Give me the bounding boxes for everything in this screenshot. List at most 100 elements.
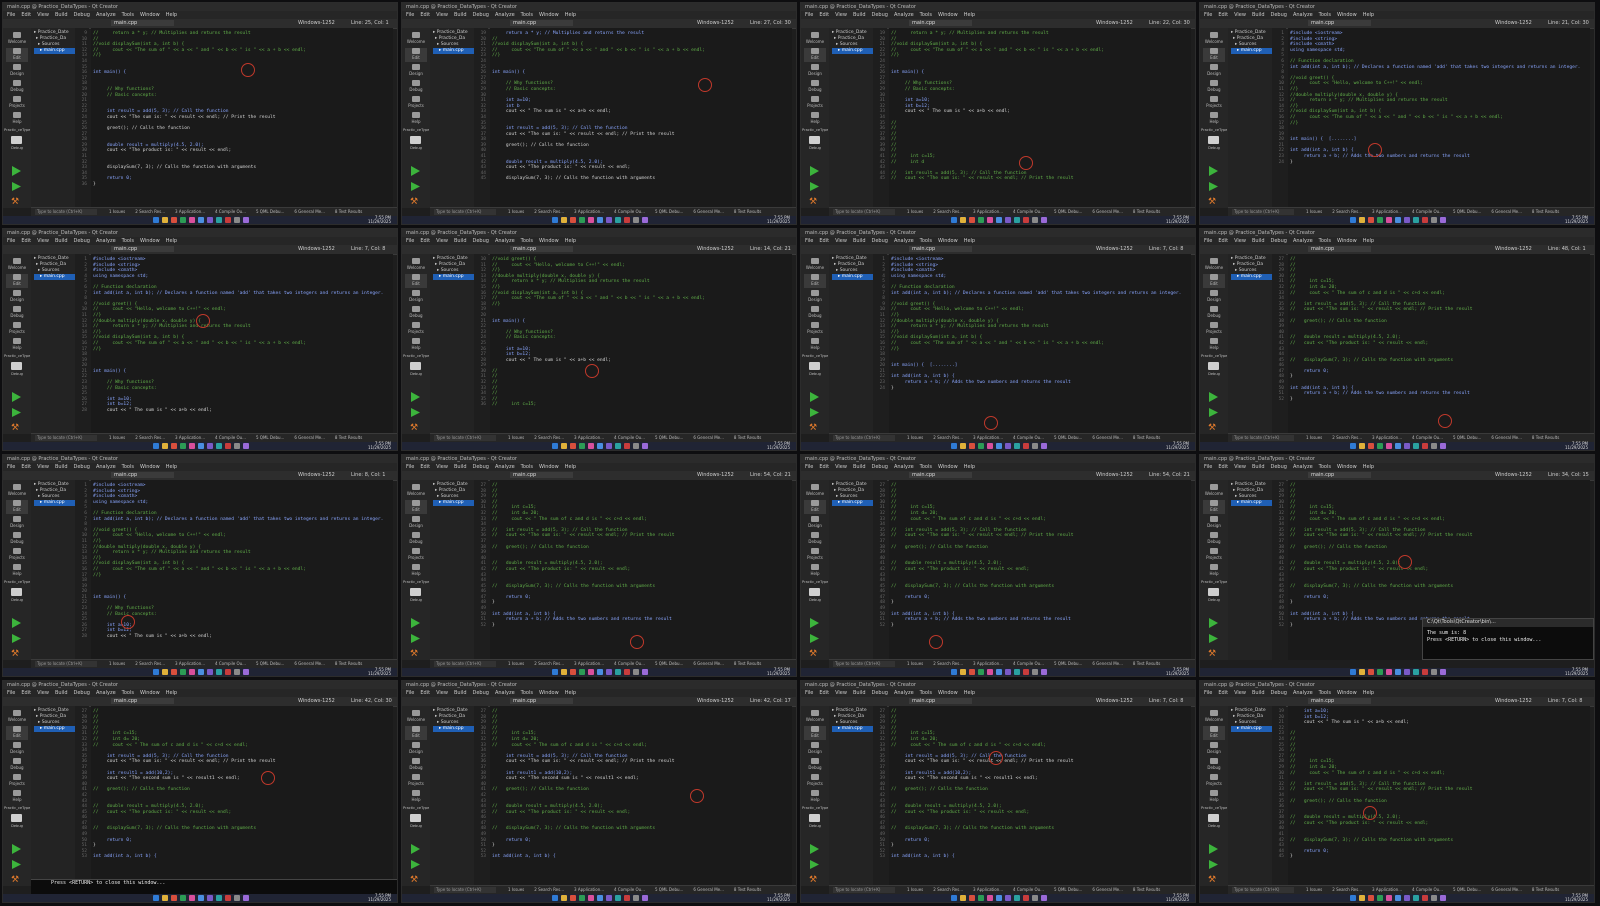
output-tab[interactable]: 5 QML Debu...	[1453, 208, 1481, 216]
menu-tools[interactable]: Tools	[920, 463, 932, 471]
menu-tools[interactable]: Tools	[1319, 463, 1331, 471]
mode-welcome[interactable]: Welcome	[6, 484, 28, 498]
menu-analyze[interactable]: Analyze	[96, 237, 116, 245]
mode-help[interactable]: Help	[6, 338, 28, 352]
output-tab[interactable]: 6 General Me...	[294, 660, 325, 668]
output-tab[interactable]: 4 Compile Ou...	[215, 208, 246, 216]
output-tab[interactable]: 1 Issues	[907, 660, 923, 668]
taskbar-app-icon[interactable]	[633, 669, 639, 675]
kit-selector[interactable]: Practic_ceTypes	[403, 128, 429, 132]
mode-edit[interactable]: Edit	[1203, 500, 1225, 514]
output-tab[interactable]: 8 Test Results	[335, 660, 362, 668]
menu-tools[interactable]: Tools	[122, 11, 134, 19]
mode-projects[interactable]: Projects	[804, 548, 826, 562]
run-icon[interactable]	[411, 844, 420, 854]
build-hammer-icon[interactable]: ⚒	[809, 198, 819, 207]
mode-edit[interactable]: Edit	[405, 274, 427, 288]
locator-input[interactable]: Type to locate (Ctrl+K)	[35, 661, 97, 667]
run-icon[interactable]	[12, 166, 21, 176]
mode-help[interactable]: Help	[405, 790, 427, 804]
output-tab[interactable]: 8 Test Results	[734, 660, 761, 668]
mode-design[interactable]: Design	[6, 64, 28, 78]
mode-help[interactable]: Help	[6, 564, 28, 578]
output-tab[interactable]: 6 General Me...	[1092, 208, 1123, 216]
debug-run-icon[interactable]	[1209, 634, 1218, 643]
taskbar-app-icon[interactable]	[1014, 443, 1020, 449]
line-col-indicator[interactable]: Line: 42, Col: 17	[750, 698, 794, 704]
mode-projects[interactable]: Projects	[405, 548, 427, 562]
taskbar-app-icon[interactable]	[642, 217, 648, 223]
mode-debug[interactable]: Debug	[6, 80, 28, 94]
menu-debug[interactable]: Debug	[1271, 689, 1287, 697]
taskbar-app-icon[interactable]	[153, 669, 159, 675]
mode-help[interactable]: Help	[405, 564, 427, 578]
output-tab[interactable]: 5 QML Debu...	[1054, 208, 1082, 216]
taskbar-app-icon[interactable]	[570, 443, 576, 449]
menu-debug[interactable]: Debug	[872, 237, 888, 245]
mode-projects[interactable]: Projects	[405, 322, 427, 336]
mode-welcome[interactable]: Welcome	[6, 710, 28, 724]
menu-file[interactable]: File	[1204, 11, 1212, 19]
mode-edit[interactable]: Edit	[804, 48, 826, 62]
menu-file[interactable]: File	[7, 237, 15, 245]
output-tab[interactable]: 4 Compile Ou...	[614, 208, 645, 216]
output-tab[interactable]: 6 General Me...	[1491, 208, 1522, 216]
mode-design[interactable]: Design	[405, 516, 427, 530]
file-selector[interactable]: main.cpp	[111, 20, 174, 26]
project-tree-item[interactable]: ▸ main.cpp	[433, 274, 474, 280]
taskbar-app-icon[interactable]	[960, 443, 966, 449]
menu-tools[interactable]: Tools	[920, 237, 932, 245]
taskbar-app-icon[interactable]	[153, 895, 159, 901]
taskbar-app-icon[interactable]	[951, 443, 957, 449]
taskbar-app-icon[interactable]	[1395, 895, 1401, 901]
menu-view[interactable]: View	[835, 463, 847, 471]
file-selector[interactable]: main.cpp	[111, 246, 174, 252]
menu-debug[interactable]: Debug	[74, 463, 90, 471]
menu-tools[interactable]: Tools	[122, 237, 134, 245]
locator-input[interactable]: Type to locate (Ctrl+K)	[833, 209, 895, 215]
taskbar-app-icon[interactable]	[1014, 895, 1020, 901]
taskbar-app-icon[interactable]	[162, 895, 168, 901]
taskbar-app-icon[interactable]	[1032, 669, 1038, 675]
menu-tools[interactable]: Tools	[521, 237, 533, 245]
output-tab[interactable]: 1 Issues	[109, 434, 125, 442]
menu-window[interactable]: Window	[1337, 689, 1357, 697]
output-tab[interactable]: 3 Application...	[973, 660, 1003, 668]
mode-debug[interactable]: Debug	[1203, 80, 1225, 94]
taskbar-app-icon[interactable]	[1386, 443, 1392, 449]
menu-view[interactable]: View	[1234, 237, 1246, 245]
kit-selector[interactable]: Practic_ceTypes	[1201, 354, 1227, 358]
menu-debug[interactable]: Debug	[1271, 463, 1287, 471]
menu-build[interactable]: Build	[853, 463, 866, 471]
code-editor[interactable]: #include <iostream> #include <string> #i…	[889, 254, 1191, 434]
menu-view[interactable]: View	[835, 689, 847, 697]
output-tab[interactable]: 5 QML Debu...	[655, 434, 683, 442]
line-col-indicator[interactable]: Line: 22, Col: 30	[1149, 20, 1193, 26]
taskbar-app-icon[interactable]	[1005, 669, 1011, 675]
taskbar-app-icon[interactable]	[951, 217, 957, 223]
taskbar-app-icon[interactable]	[225, 895, 231, 901]
taskbar-app-icon[interactable]	[552, 443, 558, 449]
mode-debug[interactable]: Debug	[1203, 306, 1225, 320]
menu-build[interactable]: Build	[1252, 237, 1265, 245]
menu-file[interactable]: File	[1204, 237, 1212, 245]
taskbar-app-icon[interactable]	[1404, 443, 1410, 449]
mode-welcome[interactable]: Welcome	[405, 484, 427, 498]
menu-tools[interactable]: Tools	[1319, 237, 1331, 245]
taskbar-app-icon[interactable]	[1431, 217, 1437, 223]
line-col-indicator[interactable]: Line: 34, Col: 15	[1548, 472, 1592, 478]
mode-welcome[interactable]: Welcome	[804, 32, 826, 46]
mode-edit[interactable]: Edit	[804, 726, 826, 740]
build-hammer-icon[interactable]: ⚒	[11, 650, 21, 659]
code-editor[interactable]: #include <iostream> #include <string> #i…	[1288, 28, 1590, 208]
taskbar-app-icon[interactable]	[1422, 443, 1428, 449]
output-tab[interactable]: 3 Application...	[175, 208, 205, 216]
file-selector[interactable]: main.cpp	[510, 698, 573, 704]
mode-help[interactable]: Help	[804, 790, 826, 804]
mode-welcome[interactable]: Welcome	[405, 258, 427, 272]
menu-analyze[interactable]: Analyze	[1293, 689, 1313, 697]
mode-debug[interactable]: Debug	[804, 758, 826, 772]
menu-help[interactable]: Help	[166, 237, 177, 245]
debug-run-icon[interactable]	[1209, 408, 1218, 417]
menu-analyze[interactable]: Analyze	[894, 689, 914, 697]
